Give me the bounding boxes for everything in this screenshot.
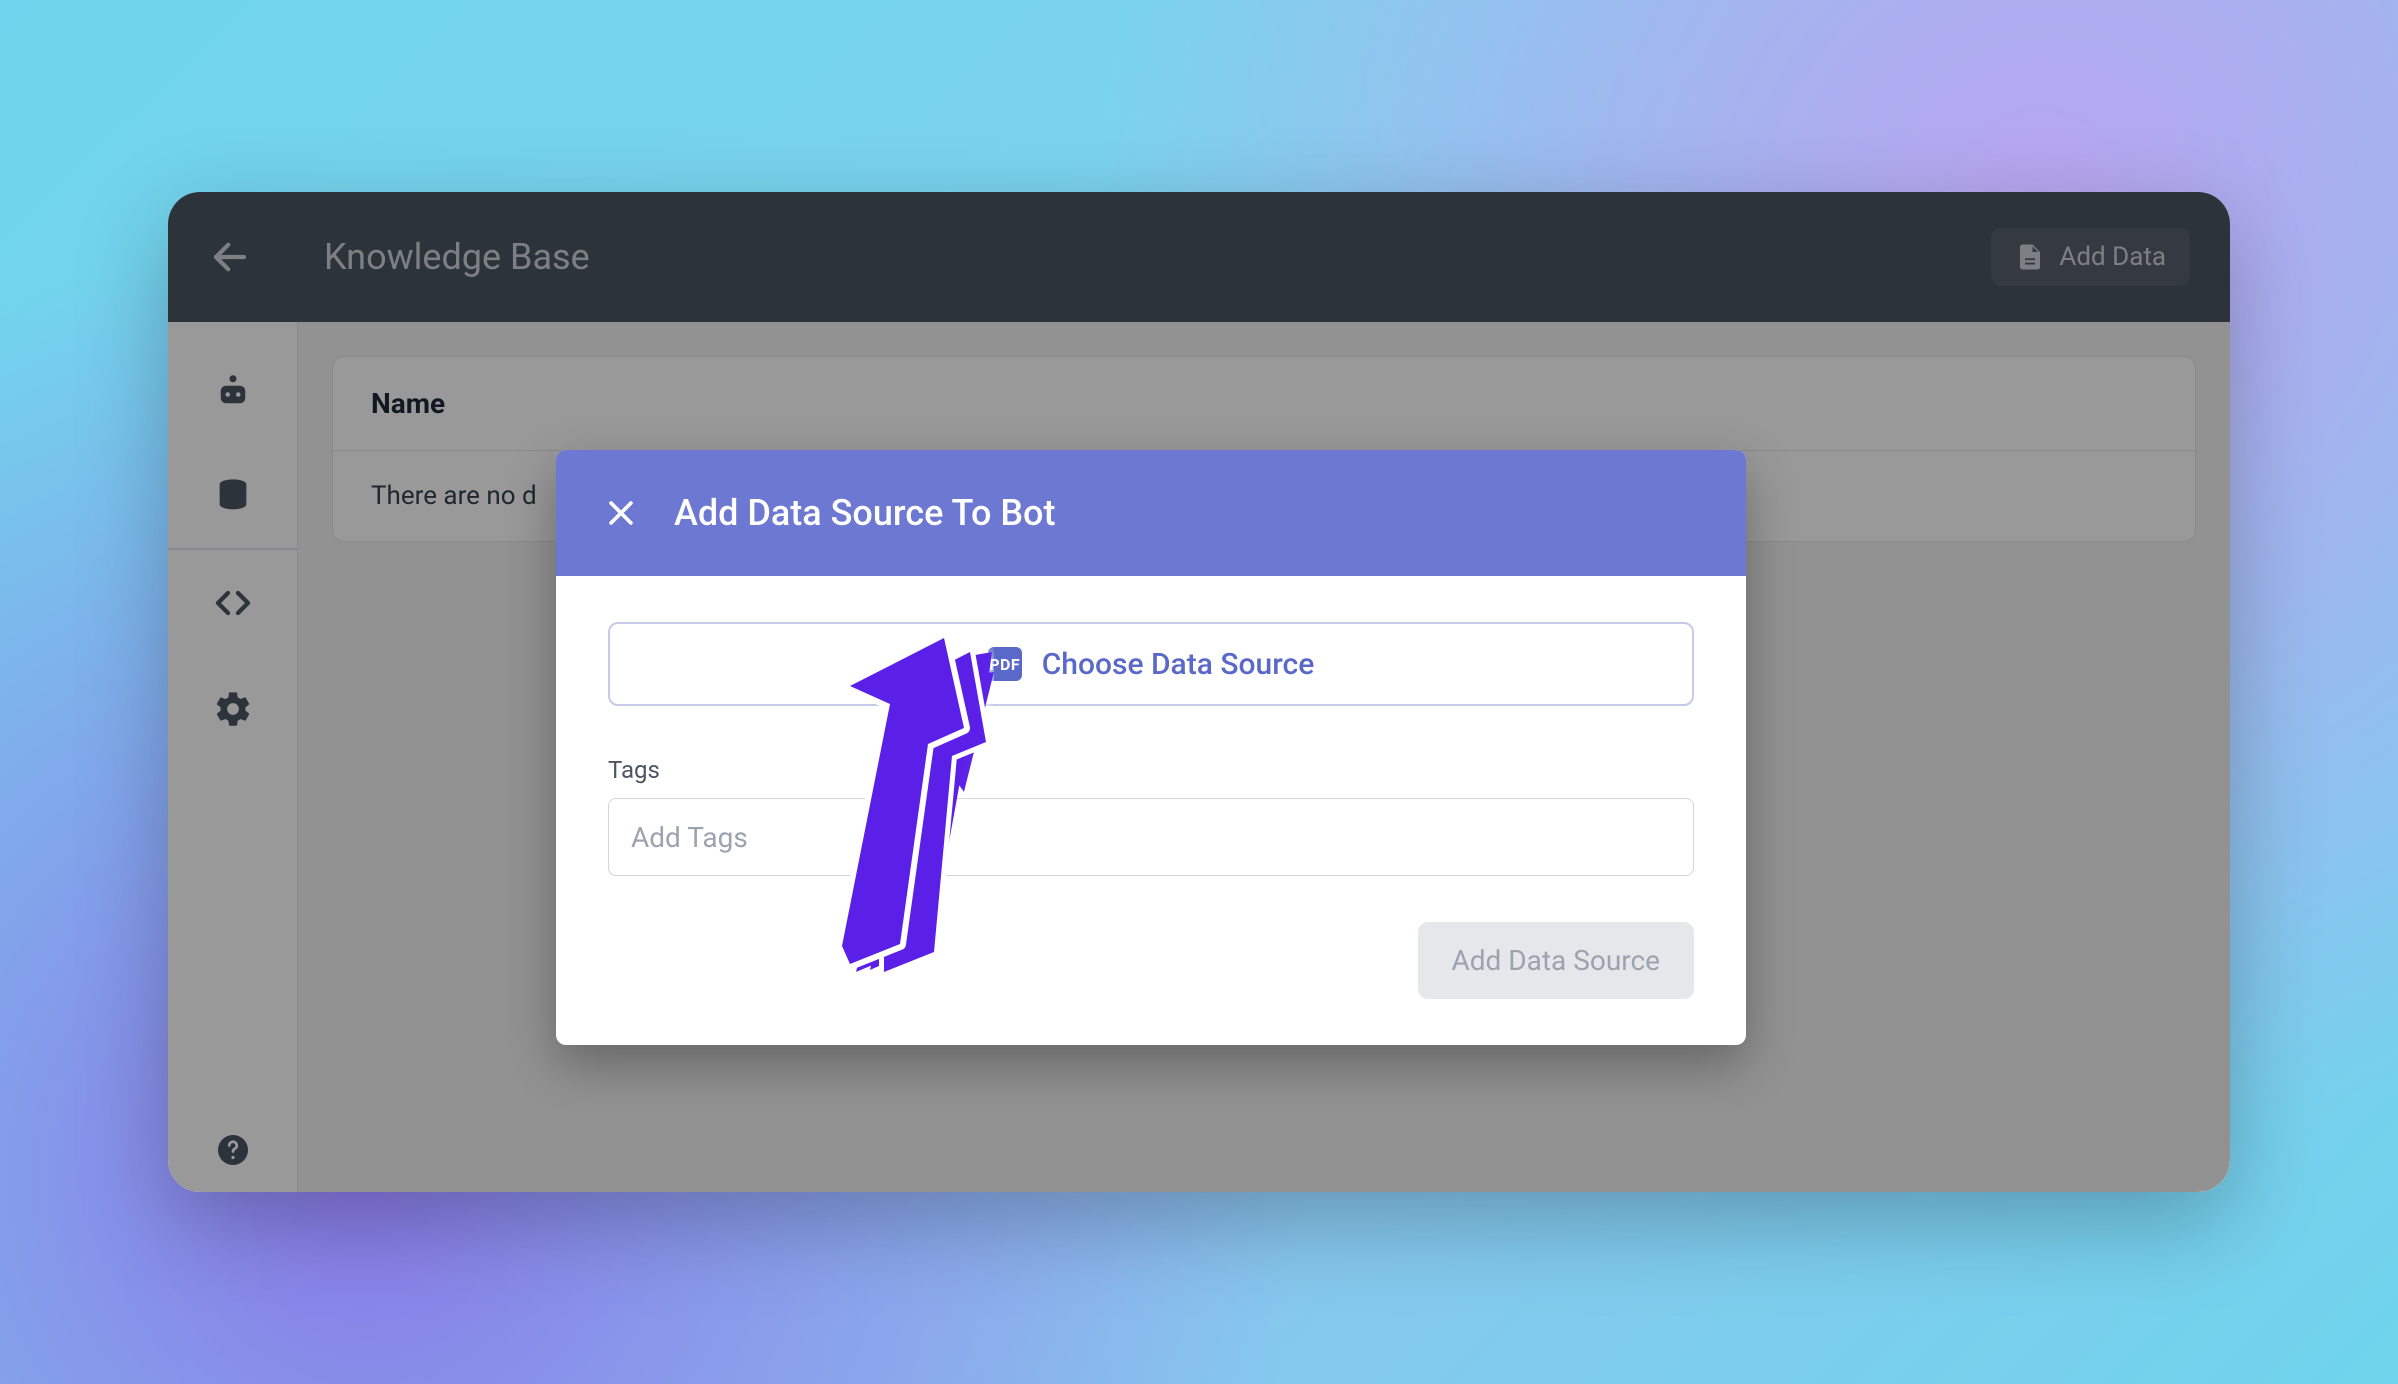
modal-title: Add Data Source To Bot — [674, 492, 1055, 534]
choose-data-source-button[interactable]: PDF Choose Data Source — [608, 622, 1694, 706]
submit-label: Add Data Source — [1452, 944, 1661, 977]
modal-body: PDF Choose Data Source Tags Add Tags Add… — [556, 576, 1746, 1045]
pdf-icon: PDF — [988, 647, 1022, 681]
tags-label: Tags — [608, 756, 1694, 784]
add-data-source-modal: Add Data Source To Bot PDF Choose Data S… — [556, 450, 1746, 1045]
app-window: Knowledge Base Add Data — [168, 192, 2230, 1192]
add-data-source-submit[interactable]: Add Data Source — [1418, 922, 1695, 999]
modal-header: Add Data Source To Bot — [556, 450, 1746, 576]
choose-data-source-label: Choose Data Source — [1042, 647, 1315, 682]
tags-placeholder: Add Tags — [631, 821, 748, 854]
close-icon — [604, 496, 638, 530]
modal-close-button[interactable] — [604, 496, 638, 530]
modal-footer: Add Data Source — [608, 922, 1694, 999]
tags-input[interactable]: Add Tags — [608, 798, 1694, 876]
